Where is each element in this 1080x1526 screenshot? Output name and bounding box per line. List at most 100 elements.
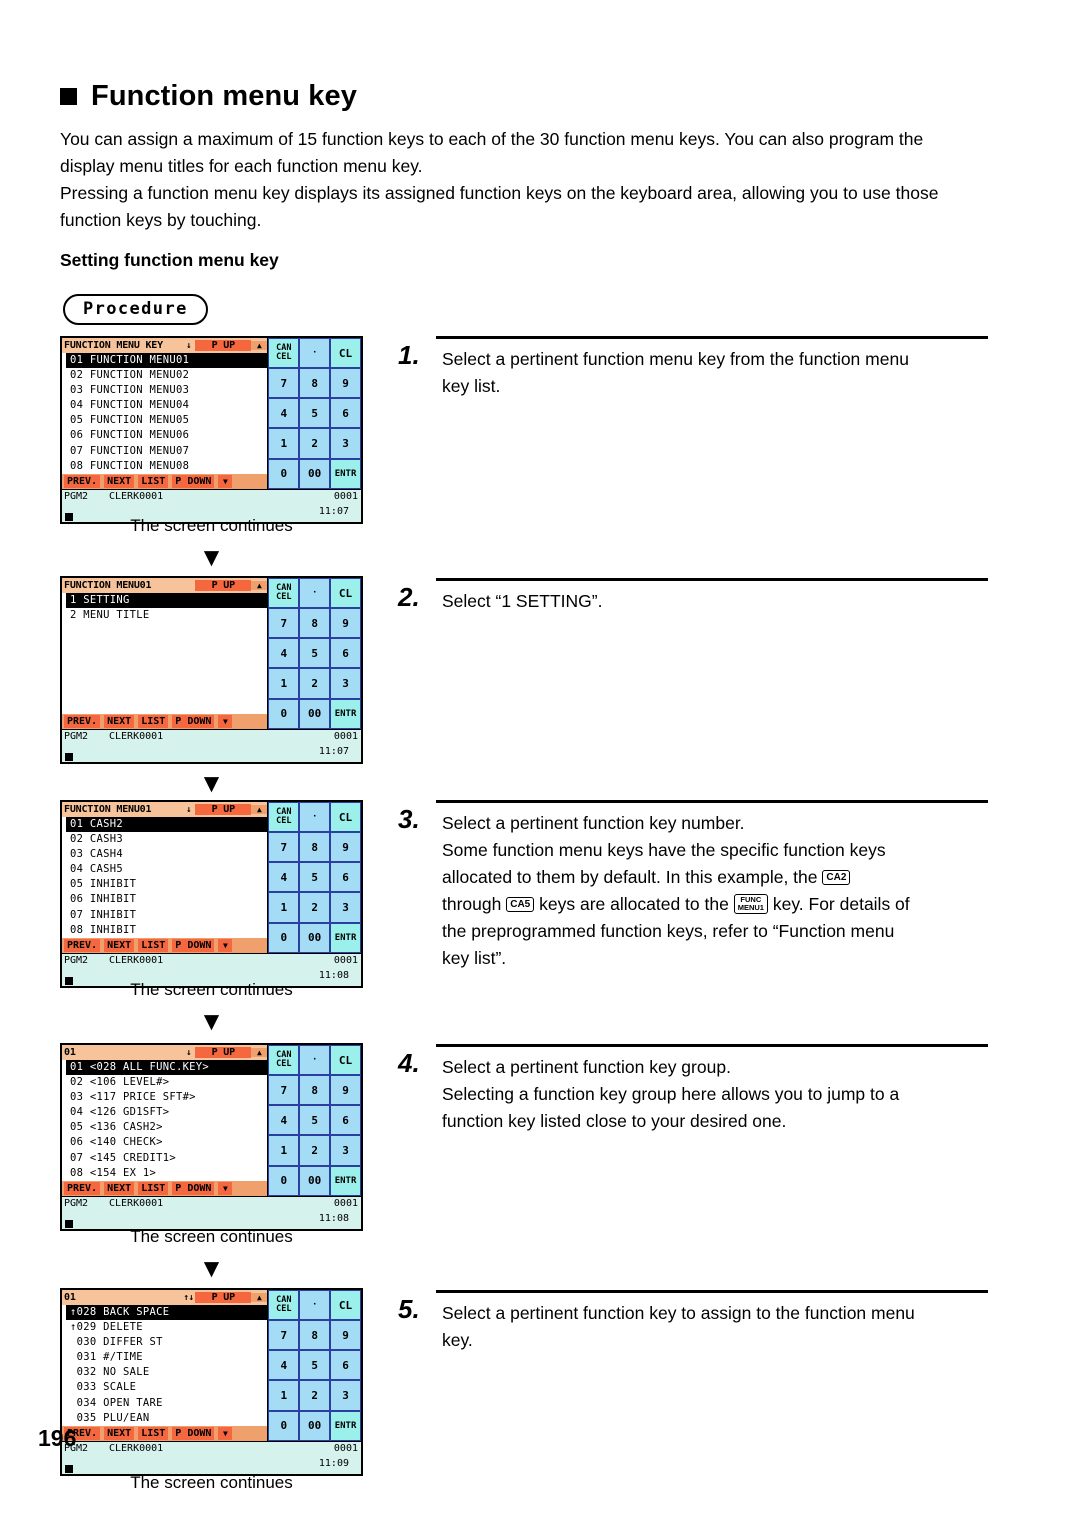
- list-item[interactable]: 03 CASH4: [62, 847, 267, 862]
- lcd-screen-5[interactable]: 01 ↑↓ P UP ▲ ↑028 BACK SPACE ↑029 DELETE 030 …: [60, 1288, 363, 1476]
- num-key-0[interactable]: 0: [268, 922, 300, 953]
- lcd-keypad[interactable]: CAN CEL · CL 7 8 9 4 5 6 1 2 3 0 00 ENTR: [267, 1045, 361, 1196]
- list-item[interactable]: 031 #/TIME: [62, 1350, 267, 1365]
- num-key-1[interactable]: 1: [268, 668, 300, 699]
- num-key-6[interactable]: 6: [330, 638, 361, 669]
- num-key-2[interactable]: 2: [299, 1135, 331, 1166]
- list-button[interactable]: LIST: [138, 1426, 169, 1440]
- num-key-1[interactable]: 1: [268, 1380, 300, 1411]
- num-key-2[interactable]: 2: [299, 428, 331, 459]
- page-up-button[interactable]: P UP: [195, 340, 252, 351]
- lcd-keypad[interactable]: CAN CEL · CL 7 8 9 4 5 6 1 2 3 0 00 ENTR: [267, 338, 361, 489]
- clear-key[interactable]: CL: [330, 338, 361, 369]
- lcd-screen-1[interactable]: FUNCTION MENU KEY ↓ P UP ▲ 01 FUNCTION MENU0…: [60, 336, 363, 524]
- lcd-screen-3[interactable]: FUNCTION MENU01 ↓ P UP ▲ 01 CASH2 02 CASH3 03 …: [60, 800, 363, 988]
- num-key-4[interactable]: 4: [268, 1350, 300, 1381]
- scroll-up-icon[interactable]: ▲: [251, 805, 268, 814]
- list-item[interactable]: ↑028 BACK SPACE: [66, 1305, 268, 1321]
- enter-key[interactable]: ENTR: [330, 458, 361, 489]
- scroll-down-icon[interactable]: ▼: [218, 714, 233, 728]
- list-item[interactable]: 032 NO SALE: [62, 1365, 267, 1380]
- num-key-9[interactable]: 9: [330, 608, 361, 639]
- num-key-00[interactable]: 00: [299, 698, 331, 729]
- num-key-3[interactable]: 3: [330, 892, 361, 923]
- num-key-5[interactable]: 5: [299, 398, 331, 429]
- num-key-8[interactable]: 8: [299, 832, 331, 863]
- list-item[interactable]: 08 <154 EX 1>: [62, 1166, 267, 1181]
- enter-key[interactable]: ENTR: [330, 698, 361, 729]
- page-down-button[interactable]: P DOWN: [172, 1426, 215, 1440]
- lcd-item-list[interactable]: 1 SETTING 2 MENU TITLE: [62, 593, 268, 714]
- num-key-1[interactable]: 1: [268, 1135, 300, 1166]
- lcd-item-list[interactable]: 01 CASH2 02 CASH3 03 CASH4 04 CASH5 05 INHIB…: [62, 817, 268, 938]
- list-item[interactable]: 06 FUNCTION MENU06: [62, 428, 267, 443]
- lcd-item-list[interactable]: 01 <028 ALL FUNC.KEY> 02 <106 LEVEL#> 03 <…: [62, 1060, 268, 1181]
- list-item[interactable]: 08 INHIBIT: [62, 923, 267, 938]
- num-key-6[interactable]: 6: [330, 398, 361, 429]
- page-up-button[interactable]: P UP: [195, 804, 252, 815]
- num-key-1[interactable]: 1: [268, 892, 300, 923]
- scroll-down-icon[interactable]: ▼: [218, 1181, 233, 1195]
- clear-key[interactable]: CL: [330, 578, 361, 609]
- num-key-5[interactable]: 5: [299, 1105, 331, 1136]
- decimal-key[interactable]: ·: [299, 578, 331, 609]
- num-key-3[interactable]: 3: [330, 428, 361, 459]
- list-item[interactable]: 05 FUNCTION MENU05: [62, 413, 267, 428]
- num-key-7[interactable]: 7: [268, 1320, 300, 1351]
- num-key-7[interactable]: 7: [268, 608, 300, 639]
- list-item[interactable]: 1 SETTING: [66, 593, 268, 609]
- page-up-button[interactable]: P UP: [195, 1047, 252, 1058]
- num-key-3[interactable]: 3: [330, 1380, 361, 1411]
- lcd-keypad[interactable]: CAN CEL · CL 7 8 9 4 5 6 1 2 3 0 00 ENTR: [267, 578, 361, 729]
- scroll-down-icon[interactable]: ▼: [218, 474, 233, 488]
- lcd-screen-4[interactable]: 01 ↓ P UP ▲ 01 <028 ALL FUNC.KEY> 02 <106 LEV…: [60, 1043, 363, 1231]
- num-key-0[interactable]: 0: [268, 698, 300, 729]
- decimal-key[interactable]: ·: [299, 802, 331, 833]
- num-key-4[interactable]: 4: [268, 1105, 300, 1136]
- clear-key[interactable]: CL: [330, 802, 361, 833]
- list-item[interactable]: 030 DIFFER ST: [62, 1335, 267, 1350]
- num-key-8[interactable]: 8: [299, 368, 331, 399]
- list-button[interactable]: LIST: [138, 938, 169, 952]
- num-key-6[interactable]: 6: [330, 1350, 361, 1381]
- lcd-screen-2[interactable]: FUNCTION MENU01 P UP ▲ 1 SETTING 2 MENU TITL…: [60, 576, 363, 764]
- scroll-up-icon[interactable]: ▲: [251, 581, 268, 590]
- cancel-key[interactable]: CAN CEL: [268, 1045, 300, 1076]
- list-item[interactable]: 06 <140 CHECK>: [62, 1135, 267, 1150]
- next-button[interactable]: NEXT: [104, 714, 135, 728]
- num-key-2[interactable]: 2: [299, 892, 331, 923]
- list-item[interactable]: 2 MENU TITLE: [62, 608, 267, 623]
- prev-button[interactable]: PREV.: [64, 714, 101, 728]
- scroll-down-icon[interactable]: ▼: [218, 938, 233, 952]
- num-key-4[interactable]: 4: [268, 862, 300, 893]
- decimal-key[interactable]: ·: [299, 338, 331, 369]
- num-key-9[interactable]: 9: [330, 1075, 361, 1106]
- cancel-key[interactable]: CAN CEL: [268, 338, 300, 369]
- next-button[interactable]: NEXT: [104, 938, 135, 952]
- num-key-00[interactable]: 00: [299, 1165, 331, 1196]
- num-key-9[interactable]: 9: [330, 368, 361, 399]
- list-item[interactable]: 06 INHIBIT: [62, 892, 267, 907]
- num-key-5[interactable]: 5: [299, 638, 331, 669]
- list-item[interactable]: 02 CASH3: [62, 832, 267, 847]
- lcd-item-list[interactable]: 01 FUNCTION MENU01 02 FUNCTION MENU02 03 F…: [62, 353, 268, 474]
- prev-button[interactable]: PREV.: [64, 1181, 101, 1195]
- clear-key[interactable]: CL: [330, 1290, 361, 1321]
- list-item[interactable]: 07 FUNCTION MENU07: [62, 444, 267, 459]
- prev-button[interactable]: PREV.: [64, 474, 101, 488]
- clear-key[interactable]: CL: [330, 1045, 361, 1076]
- list-item[interactable]: 035 PLU/EAN: [62, 1411, 267, 1426]
- num-key-2[interactable]: 2: [299, 668, 331, 699]
- list-item[interactable]: 04 FUNCTION MENU04: [62, 398, 267, 413]
- enter-key[interactable]: ENTR: [330, 1165, 361, 1196]
- list-item[interactable]: 07 <145 CREDIT1>: [62, 1151, 267, 1166]
- num-key-8[interactable]: 8: [299, 1320, 331, 1351]
- scroll-up-icon[interactable]: ▲: [251, 1048, 268, 1057]
- list-item[interactable]: 07 INHIBIT: [62, 908, 267, 923]
- num-key-7[interactable]: 7: [268, 1075, 300, 1106]
- num-key-9[interactable]: 9: [330, 832, 361, 863]
- lcd-item-list[interactable]: ↑028 BACK SPACE ↑029 DELETE 030 DIFFER ST…: [62, 1305, 268, 1426]
- page-down-button[interactable]: P DOWN: [172, 1181, 215, 1195]
- num-key-8[interactable]: 8: [299, 1075, 331, 1106]
- page-up-button[interactable]: P UP: [195, 580, 252, 591]
